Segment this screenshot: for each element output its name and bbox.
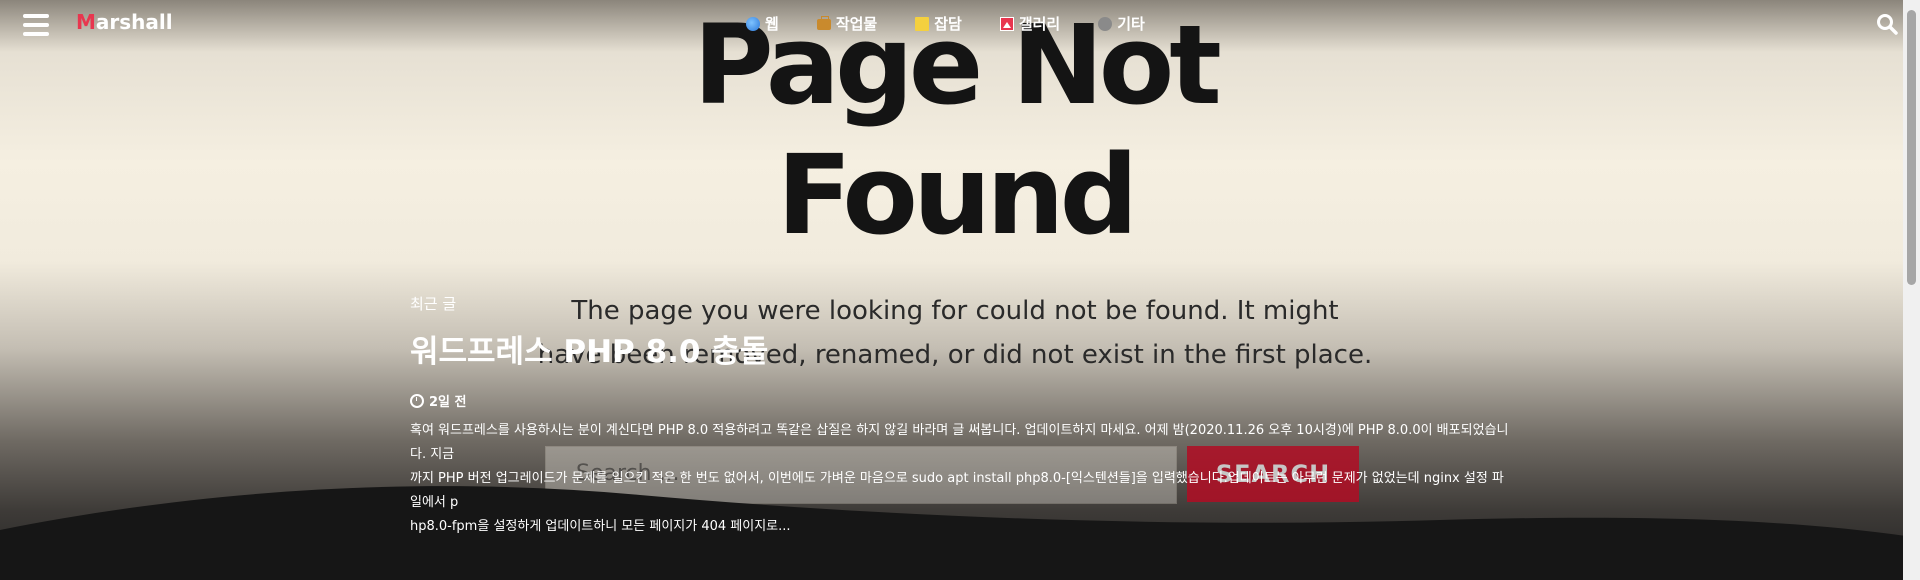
nav-item-works-label: 작업물 [835, 15, 878, 33]
scrollbar-thumb[interactable] [1907, 10, 1916, 285]
nav-item-chat-label: 잡담 [934, 15, 962, 33]
nav-item-etc-label: 기타 [1117, 15, 1145, 33]
nav-item-works[interactable]: 작업물 [816, 13, 878, 34]
search-icon[interactable] [1876, 13, 1898, 35]
clock-icon [410, 393, 424, 408]
hamburger-menu-icon[interactable] [23, 14, 49, 36]
hero-section: Page Not Found The page you were looking… [0, 0, 1920, 580]
main-nav: 웹 작업물 잡담 갤러리 기타 [746, 13, 1183, 34]
post-meta: 2일 전 [410, 391, 467, 410]
recent-posts-label: 최근 글 [410, 295, 457, 313]
post-excerpt[interactable]: 혹여 워드프레스를 사용하시는 분이 계신다면 PHP 8.0 적용하려고 똑같… [410, 419, 1510, 539]
speech-bubble-icon [1098, 16, 1113, 31]
post-time: 2일 전 [429, 395, 467, 410]
not-found-message-line1: The page you were looking for could not … [571, 296, 1339, 326]
nav-item-etc[interactable]: 기타 [1098, 13, 1145, 34]
top-navigation-bar: Marshall 웹 작업물 잡담 갤러리 기타 [0, 0, 1920, 50]
post-excerpt-line1: 혹여 워드프레스를 사용하시는 분이 계신다면 PHP 8.0 적용하려고 똑같… [410, 423, 1509, 462]
logo-text: arshall [95, 10, 173, 34]
nav-item-web[interactable]: 웹 [746, 13, 779, 34]
logo-initial: M [76, 10, 96, 34]
not-found-title-line2: Found [776, 131, 1139, 259]
page-scrollbar[interactable] [1903, 0, 1920, 580]
picture-icon [999, 16, 1014, 31]
post-excerpt-line3: hp8.0-fpm을 설정하게 업데이트하니 모든 페이지가 404 페이지로.… [410, 519, 791, 534]
briefcase-icon [816, 16, 831, 30]
nav-item-gallery-label: 갤러리 [1018, 15, 1061, 33]
nav-item-web-label: 웹 [765, 15, 779, 33]
site-logo[interactable]: Marshall [76, 10, 173, 34]
nav-item-gallery[interactable]: 갤러리 [999, 13, 1061, 34]
post-excerpt-line2: 까지 PHP 버전 업그레이드가 문제를 일으킨 적은 한 번도 없어서, 이번… [410, 471, 1504, 510]
note-icon [915, 16, 930, 31]
nav-item-chat[interactable]: 잡담 [915, 13, 962, 34]
post-title-link[interactable]: 워드프레스 PHP 8.0 충돌 [410, 326, 768, 371]
globe-icon [746, 16, 760, 31]
